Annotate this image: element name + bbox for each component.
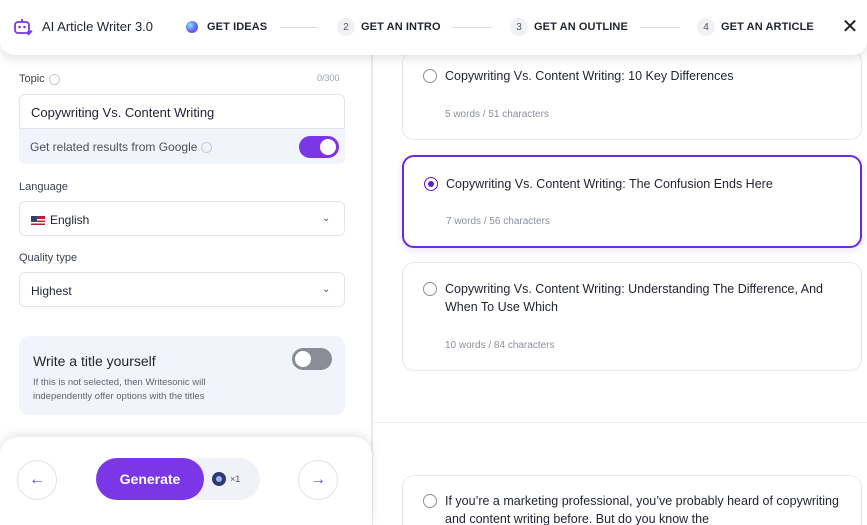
close-icon[interactable]: ✕ <box>840 16 860 38</box>
result-radio[interactable] <box>423 494 437 508</box>
step-get-intro[interactable]: 2 GET AN INTRO <box>337 18 441 36</box>
step-get-ideas[interactable]: GET IDEAS <box>183 18 267 36</box>
google-toggle-label: Get related results from Google <box>30 140 198 154</box>
google-results-toggle[interactable] <box>299 136 339 158</box>
step-label: GET IDEAS <box>207 21 268 33</box>
result-title: Copywriting Vs. Content Writing: 10 Key … <box>445 69 734 83</box>
result-title: Copywriting Vs. Content Writing: Underst… <box>445 282 823 314</box>
info-icon[interactable] <box>48 73 60 85</box>
result-card[interactable]: Copywriting Vs. Content Writing: 10 Key … <box>402 50 862 140</box>
result-meta: 7 words / 56 characters <box>446 216 550 227</box>
result-meta: 5 words / 51 characters <box>445 109 549 120</box>
generate-button[interactable]: Generate <box>96 458 204 500</box>
result-title: If you’re a marketing professional, you’… <box>445 494 839 525</box>
topic-input[interactable]: Copywriting Vs. Content Writing <box>19 94 345 129</box>
step-connector <box>280 27 318 28</box>
quality-label: Quality type <box>19 252 78 264</box>
step-connector <box>452 27 492 28</box>
language-value: English <box>50 213 90 227</box>
chevron-down-icon: ⌄ <box>322 284 331 295</box>
info-icon[interactable] <box>201 142 213 154</box>
topic-label: Topic <box>19 73 45 85</box>
step-label: GET AN OUTLINE <box>534 21 628 33</box>
quality-value: Highest <box>31 284 72 298</box>
result-radio[interactable] <box>423 69 437 83</box>
write-title-yourself-heading: Write a title yourself <box>33 353 156 369</box>
google-results-row: Get related results from Google <box>19 129 345 164</box>
step-number: 2 <box>337 18 355 36</box>
result-title: Copywriting Vs. Content Writing: The Con… <box>446 177 773 191</box>
credit-cost-badge: ×1 <box>196 458 260 500</box>
credit-count: ×1 <box>230 474 241 484</box>
step-label: GET AN ARTICLE <box>721 21 814 33</box>
step-number: 3 <box>510 18 528 36</box>
result-meta: 10 words / 84 characters <box>445 340 555 351</box>
chevron-down-icon: ⌄ <box>322 213 331 224</box>
step-label: GET AN INTRO <box>361 21 441 33</box>
toggle-knob <box>320 139 336 155</box>
next-button[interactable]: → <box>298 460 338 500</box>
step-get-article[interactable]: 4 GET AN ARTICLE <box>697 18 814 36</box>
active-step-icon <box>186 21 198 33</box>
step-connector <box>640 27 680 28</box>
app-title: AI Article Writer 3.0 <box>42 19 154 34</box>
result-radio[interactable] <box>423 282 437 296</box>
language-label: Language <box>19 181 68 193</box>
write-title-yourself-toggle[interactable] <box>292 348 332 370</box>
topic-label-row: Topic <box>19 73 60 85</box>
quality-select[interactable]: Highest ⌄ <box>19 272 345 307</box>
back-button[interactable]: ← <box>17 460 57 500</box>
step-get-outline[interactable]: 3 GET AN OUTLINE <box>510 18 628 36</box>
arrow-right-icon: → <box>310 471 326 488</box>
robot-logo-icon <box>14 19 33 36</box>
us-flag-icon <box>31 216 45 226</box>
result-radio-checked[interactable] <box>424 177 438 191</box>
language-select[interactable]: English ⌄ <box>19 201 345 236</box>
credit-icon <box>212 472 226 486</box>
step-number: 4 <box>697 18 715 36</box>
result-card-selected[interactable]: Copywriting Vs. Content Writing: The Con… <box>402 155 862 248</box>
write-title-yourself-description: If this is not selected, then Writesonic… <box>33 377 206 402</box>
intro-result-card[interactable]: If you’re a marketing professional, you’… <box>402 475 862 525</box>
result-card[interactable]: Copywriting Vs. Content Writing: Underst… <box>402 262 862 371</box>
write-title-yourself-box: Write a title yourself If this is not se… <box>19 336 345 415</box>
step-header: AI Article Writer 3.0 GET IDEAS 2 GET AN… <box>0 0 867 55</box>
section-divider <box>373 422 867 423</box>
toggle-knob <box>295 351 311 367</box>
topic-char-count: 0/300 <box>317 73 340 83</box>
arrow-left-icon: ← <box>29 471 45 488</box>
